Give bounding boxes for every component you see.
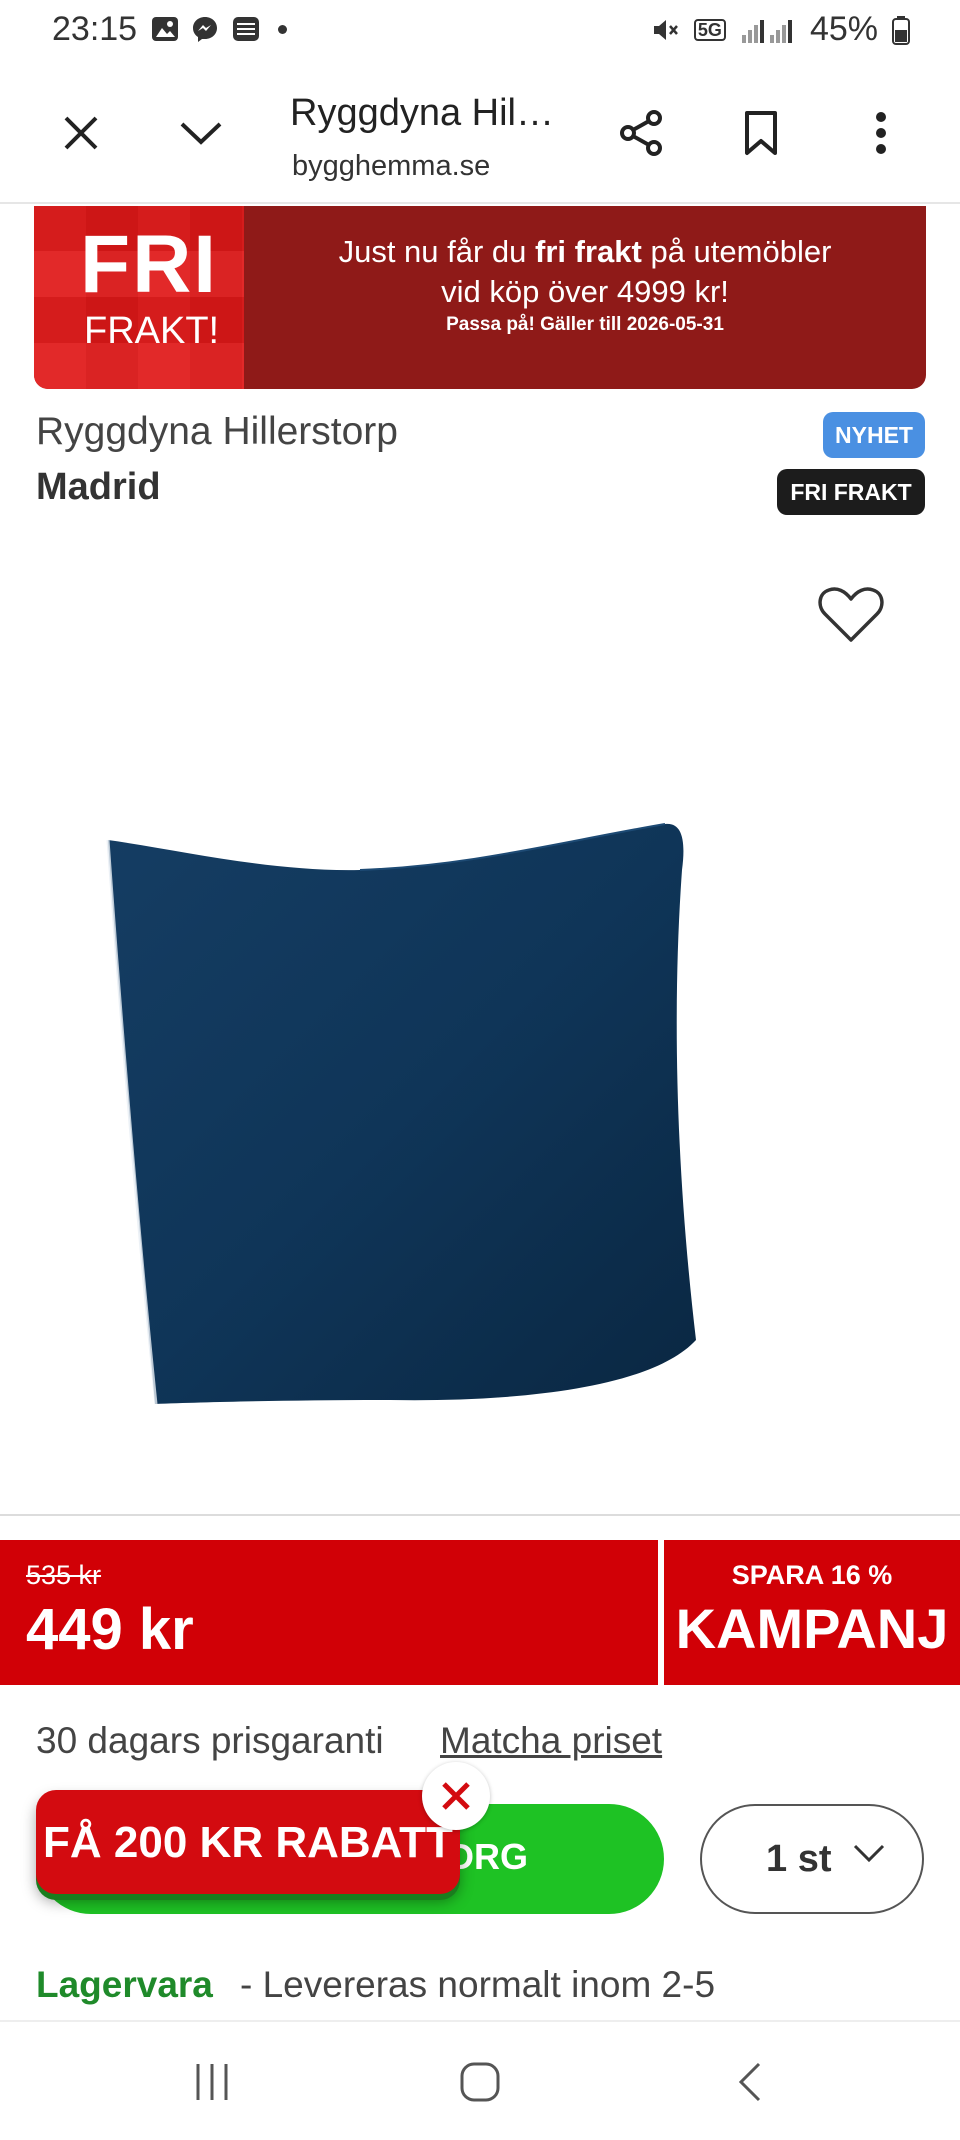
network-type: 5G	[693, 18, 726, 41]
status-bar: 23:15 5G 45%	[0, 0, 960, 62]
signal-icon	[741, 19, 792, 43]
system-nav-bar	[0, 2020, 960, 2140]
messenger-icon	[193, 17, 217, 42]
chevron-down-icon	[853, 1844, 885, 1863]
free-shipping-badge: FRI FRAKT	[777, 469, 925, 515]
add-to-cart-label: DRG	[448, 1836, 528, 1877]
status-time: 23:15	[52, 10, 138, 48]
page-domain: bygghemma.se	[292, 150, 491, 182]
campaign-label: KAMPANJ	[675, 1597, 949, 1660]
divider	[0, 1514, 960, 1516]
discount-popup-label: FÅ 200 KR RABATT	[43, 1818, 453, 1867]
discount-popup-button[interactable]: FÅ 200 KR RABATT	[36, 1790, 460, 1894]
notification-icons	[150, 14, 287, 44]
mute-icon	[653, 19, 678, 40]
home-button[interactable]	[440, 2050, 520, 2114]
banner-line-1: Just nu får du fri frakt på utemöbler	[338, 234, 832, 269]
new-badge: NYHET	[823, 412, 925, 458]
battery-percent: 45%	[809, 10, 878, 48]
pillow-image	[106, 823, 696, 1405]
quantity-value: 1 st	[766, 1838, 832, 1880]
menu-button[interactable]	[846, 98, 916, 168]
close-button[interactable]	[46, 98, 116, 168]
price-block: 535 kr 449 kr	[0, 1540, 658, 1685]
discount-popup-close-button[interactable]	[422, 1762, 490, 1830]
close-icon	[442, 1782, 470, 1810]
stack-icon	[233, 17, 259, 41]
price-bar: 535 kr 449 kr SPARA 16 % KAMPANJ	[0, 1540, 960, 1685]
product-image[interactable]	[90, 810, 830, 1410]
share-icon	[620, 110, 662, 156]
product-brand[interactable]: Madrid	[36, 466, 161, 509]
bookmark-button[interactable]	[726, 98, 796, 168]
chevron-down-icon	[180, 122, 222, 145]
current-price: 449 kr	[26, 1597, 194, 1662]
banner-line-3: Passa på! Gäller till 2026-05-31	[446, 314, 724, 335]
campaign-block: SPARA 16 % KAMPANJ	[664, 1540, 960, 1685]
stock-status: Lagervara	[36, 1964, 213, 2005]
favorite-button[interactable]	[816, 584, 886, 646]
delivery-info: - Levereras normalt inom 2-5	[240, 1964, 716, 2005]
close-icon	[64, 116, 98, 150]
recent-apps-icon	[196, 2064, 228, 2100]
banner-fri: FRI	[80, 219, 219, 310]
browser-header: Ryggdyna Hil… bygghemma.se	[0, 62, 960, 204]
battery-icon	[892, 15, 910, 45]
recent-apps-button[interactable]	[172, 2050, 252, 2114]
banner-frakt: FRAKT!	[84, 310, 220, 352]
status-right: 5G 45%	[650, 10, 910, 49]
free-shipping-banner[interactable]: FRI FRAKT! Just nu får du fri frakt på u…	[34, 206, 926, 389]
product-name: Ryggdyna Hillerstorp	[36, 410, 398, 453]
match-price-link[interactable]: Matcha priset	[440, 1720, 662, 1762]
banner-line-2: vid köp över 4999 kr!	[441, 274, 729, 309]
home-icon	[460, 2062, 500, 2102]
image-icon	[152, 17, 178, 41]
dot-icon	[278, 24, 287, 34]
price-guarantee: 30 dagars prisgaranti	[36, 1720, 384, 1761]
heart-icon	[818, 587, 884, 642]
quantity-select[interactable]: 1 st	[700, 1804, 924, 1914]
bookmark-icon	[745, 111, 777, 155]
save-percent: SPARA 16 %	[731, 1560, 893, 1590]
minimize-button[interactable]	[166, 98, 236, 168]
back-button[interactable]	[710, 2050, 790, 2114]
back-icon	[738, 2062, 761, 2102]
old-price: 535 kr	[26, 1560, 102, 1590]
more-vert-icon	[876, 112, 886, 154]
share-button[interactable]	[606, 98, 676, 168]
page-title: Ryggdyna Hil…	[290, 92, 554, 134]
